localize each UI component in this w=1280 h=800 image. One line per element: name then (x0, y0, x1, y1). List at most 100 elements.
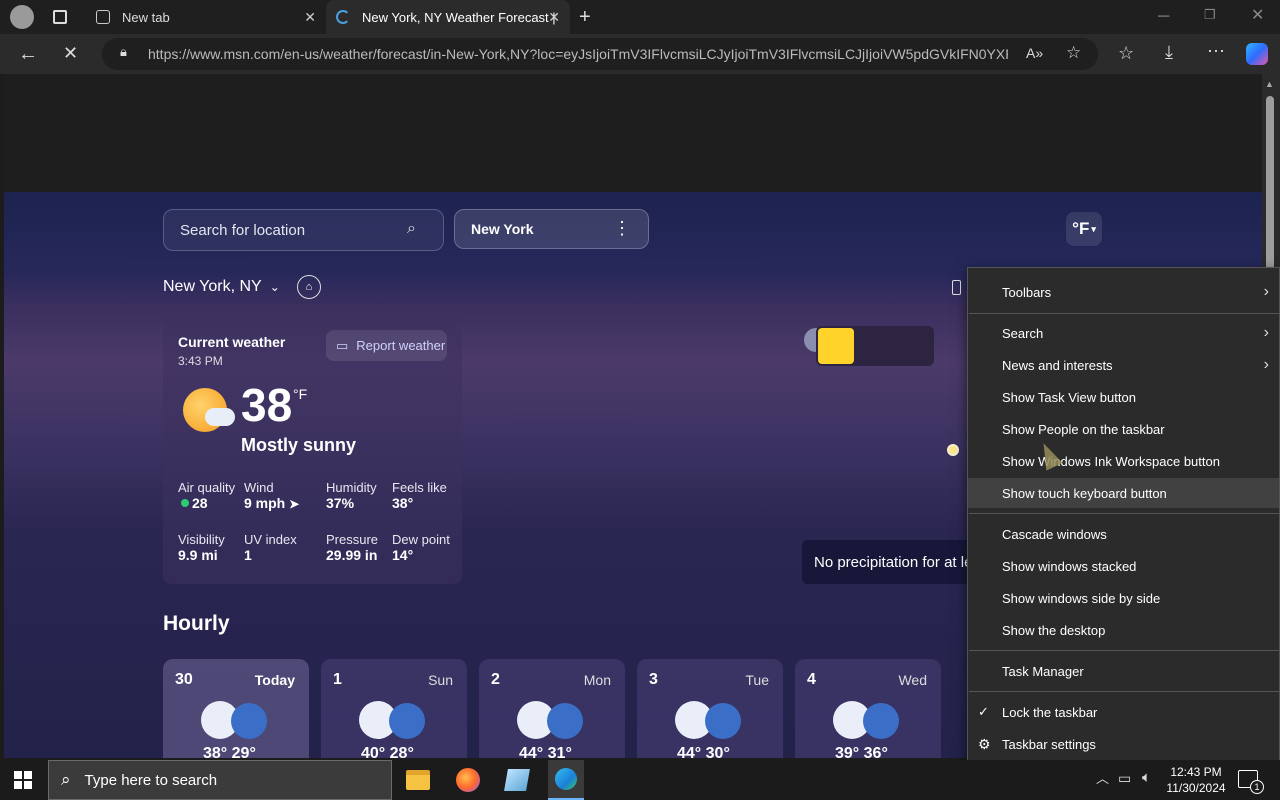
menu-separator (969, 691, 1280, 692)
read-aloud-icon[interactable]: A» (1026, 46, 1043, 60)
app-icon[interactable] (504, 769, 530, 791)
detail-dew-point[interactable]: Dew point 14° (392, 532, 450, 563)
detail-uv-index[interactable]: UV index 1 (244, 532, 297, 563)
new-tab-button[interactable]: + (579, 7, 591, 27)
cloud-icons (833, 701, 913, 741)
stop-loading-icon[interactable]: ✕ (63, 44, 78, 62)
current-time: 3:43 PM (178, 354, 223, 368)
detail-feels-like[interactable]: Feels like 38° (392, 480, 447, 511)
menu-separator (969, 313, 1280, 314)
gear-icon: ⚙ (978, 735, 991, 752)
menu-item-search[interactable]: Search › (968, 318, 1279, 348)
forecast-temps: 40° 28° (361, 745, 414, 758)
minimize-icon[interactable]: ─ (1158, 9, 1169, 25)
saved-location-chip[interactable]: New York ⋮ (454, 209, 649, 249)
menu-item-windows-stacked[interactable]: Show windows stacked (968, 551, 1279, 581)
forecast-day-card[interactable]: 3 Tue 44° 30° (637, 659, 783, 758)
search-placeholder: Search for location (180, 221, 306, 239)
start-button[interactable] (14, 771, 32, 789)
address-bar[interactable]: 🔒︎ https://www.msn.com/en-us/weather/for… (102, 38, 1098, 70)
forecast-temps: 44° 31° (519, 745, 572, 758)
detail-visibility[interactable]: Visibility 9.9 mi (178, 532, 225, 563)
menu-item-news-and-interests[interactable]: News and interests › (968, 350, 1279, 380)
restore-icon[interactable]: ❐ (1204, 8, 1216, 21)
downloads-icon[interactable]: ⤓ (1165, 43, 1173, 61)
clock-date: 11/30/2024 (1166, 781, 1226, 795)
favorite-star-icon[interactable]: ☆ (1066, 44, 1081, 61)
tab-weather[interactable]: New York, NY Weather Forecast | ✕ (326, 0, 570, 34)
forecast-day: Today (254, 672, 295, 688)
tab-new-tab[interactable]: New tab ✕ (86, 0, 326, 34)
menu-item-cascade-windows[interactable]: Cascade windows (968, 519, 1279, 549)
menu-item-lock-taskbar[interactable]: ✓ Lock the taskbar (968, 697, 1279, 727)
copilot-icon[interactable] (1246, 43, 1268, 65)
menu-item-toolbars[interactable]: Toolbars › (968, 277, 1279, 307)
forecast-date: 3 (649, 671, 658, 688)
location-search-box[interactable]: Search for location ⌕ (163, 209, 444, 251)
unit-toggle[interactable]: °F ▾ (1066, 212, 1102, 246)
location-title[interactable]: New York, NY ⌄ (163, 278, 280, 296)
forecast-day-card[interactable]: 1 Sun 40° 28° (321, 659, 467, 758)
detail-air-quality[interactable]: Air quality 28 (178, 480, 235, 511)
more-options-icon[interactable]: ⋯ (1207, 42, 1225, 60)
saved-location-label: New York (471, 221, 534, 237)
back-icon[interactable]: ← (18, 44, 38, 64)
taskbar-search-placeholder: Type here to search (84, 771, 218, 789)
menu-separator (969, 650, 1280, 651)
report-weather-button[interactable]: ▭ Report weather (326, 330, 447, 361)
forecast-day: Sun (428, 672, 453, 688)
forecast-day-card[interactable]: 4 Wed 39° 36° (795, 659, 941, 758)
forecast-day: Wed (898, 672, 927, 688)
show-hidden-icons-icon[interactable]: ︿ (1096, 772, 1109, 785)
detail-humidity[interactable]: Humidity 37% (326, 480, 377, 511)
precipitation-banner[interactable]: No precipitation for at le (802, 540, 968, 584)
windows-taskbar: ⌕ Type here to search ︿ ▭ 🔈︎ 12:43 PM 11… (0, 760, 1280, 800)
favorites-icon[interactable]: ☆ (1118, 44, 1134, 62)
menu-item-taskbar-settings[interactable]: ⚙ Taskbar settings (968, 729, 1279, 759)
forecast-date: 2 (491, 671, 500, 688)
network-icon[interactable]: ▭ (1118, 771, 1131, 785)
loading-spinner-icon (336, 10, 350, 24)
forecast-day-card[interactable]: 2 Mon 44° 31° (479, 659, 625, 758)
menu-item-show-people[interactable]: Show People on the taskbar (968, 414, 1279, 444)
taskbar-clock[interactable]: 12:43 PM 11/30/2024 (1166, 764, 1226, 796)
chevron-right-icon: › (1263, 324, 1269, 341)
taskbar-search-box[interactable]: ⌕ Type here to search (48, 760, 392, 800)
tab-actions-icon[interactable] (53, 10, 67, 24)
sun-marker-icon (818, 328, 854, 364)
mobile-device-icon[interactable] (952, 280, 961, 295)
menu-item-show-desktop[interactable]: Show the desktop (968, 615, 1279, 645)
forecast-day-card[interactable]: 30 Today 38° 29° (163, 659, 309, 758)
page-top-band (4, 74, 1262, 192)
url-text[interactable]: https://www.msn.com/en-us/weather/foreca… (148, 46, 1008, 62)
clock-time: 12:43 PM (1170, 765, 1222, 779)
notification-count: 1 (1250, 780, 1264, 794)
chevron-down-icon: ⌄ (269, 280, 280, 294)
home-icon[interactable]: ⌂ (297, 275, 321, 299)
lock-icon[interactable]: 🔒︎ (120, 45, 127, 58)
location-name: New York, NY (163, 278, 262, 295)
close-tab-icon[interactable]: ✕ (548, 9, 560, 26)
menu-item-task-manager[interactable]: Task Manager (968, 656, 1279, 686)
checkmark-icon: ✓ (978, 704, 989, 719)
sun-moon-icons (201, 701, 281, 741)
menu-item-windows-side-by-side[interactable]: Show windows side by side (968, 583, 1279, 613)
volume-icon[interactable]: 🔈︎ (1142, 770, 1151, 785)
kebab-menu-icon[interactable]: ⋮ (613, 218, 631, 239)
menu-item-show-touch-keyboard[interactable]: Show touch keyboard button (968, 478, 1279, 508)
menu-item-show-ink-workspace[interactable]: Show Windows Ink Workspace button (968, 446, 1279, 476)
detail-pressure[interactable]: Pressure 29.99 in (326, 532, 378, 563)
firefox-icon[interactable] (456, 768, 480, 792)
scroll-up-arrow-icon[interactable]: ▲ (1265, 80, 1274, 89)
close-window-icon[interactable]: ✕ (1251, 8, 1264, 24)
edge-icon[interactable] (548, 760, 584, 800)
sun-moon-icons (675, 701, 755, 741)
search-icon[interactable]: ⌕ (407, 220, 416, 238)
file-explorer-icon[interactable] (406, 770, 430, 790)
close-tab-icon[interactable]: ✕ (304, 9, 316, 26)
detail-wind[interactable]: Wind 9 mph ➤ (244, 480, 299, 511)
menu-item-show-task-view[interactable]: Show Task View button (968, 382, 1279, 412)
weather-map-widget[interactable] (804, 324, 934, 368)
profile-avatar[interactable] (10, 5, 34, 29)
comment-icon: ▭ (336, 337, 349, 353)
